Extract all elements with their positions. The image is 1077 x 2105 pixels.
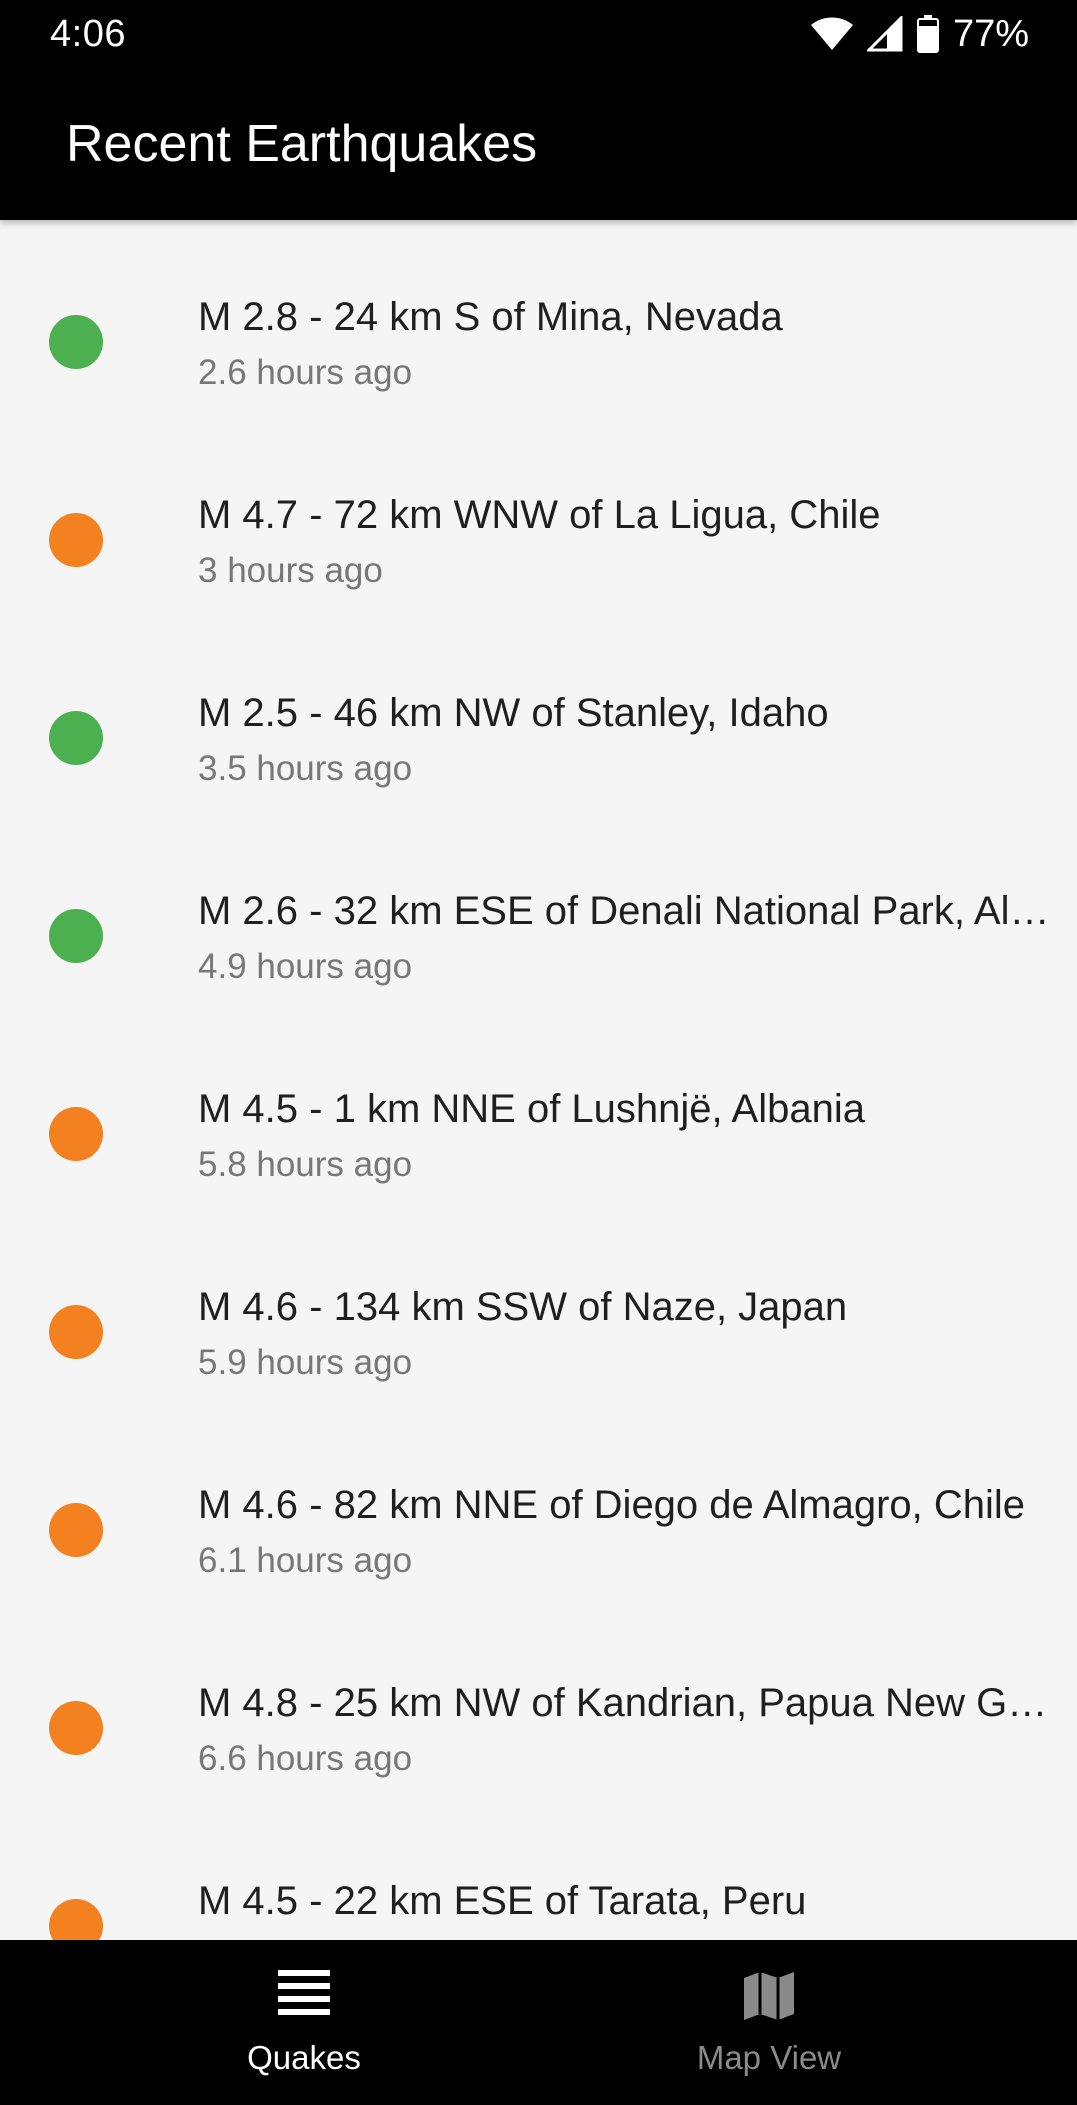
quake-title: M 2.6 - 32 km ESE of Denali National Par… <box>198 889 1050 933</box>
tab-map-view-label: Map View <box>696 2039 842 2076</box>
page-title: Recent Earthquakes <box>66 115 538 173</box>
quake-time: 5.9 hours ago <box>198 1343 413 1382</box>
tab-quakes[interactable]: Quakes <box>35 1940 573 2105</box>
quake-time: 2.6 hours ago <box>198 353 413 392</box>
quake-time: 3.5 hours ago <box>198 749 413 788</box>
list-item[interactable]: M 4.5 - 1 km NNE of Lushnjë, Albania 5.8… <box>0 1013 1077 1211</box>
bottom-nav: Quakes Map View <box>0 1940 1077 2105</box>
tab-quakes-label: Quakes <box>247 2039 361 2076</box>
tab-map-view[interactable]: Map View <box>500 1940 1038 2105</box>
list-item[interactable]: M 2.5 - 46 km NW of Stanley, Idaho 3.5 h… <box>0 617 1077 815</box>
magnitude-dot-icon <box>49 1503 103 1557</box>
magnitude-dot-icon <box>49 1899 103 1940</box>
battery-icon <box>916 15 939 53</box>
quake-title: M 4.8 - 25 km NW of Kandrian, Papua New … <box>198 1681 1050 1725</box>
quake-time: 3 hours ago <box>198 551 383 590</box>
list-icon <box>278 1970 330 2015</box>
battery-percent: 77% <box>952 13 1029 55</box>
list-item[interactable]: M 2.6 - 32 km ESE of Denali National Par… <box>0 815 1077 1013</box>
status-icons: 77% <box>810 10 1029 58</box>
status-bar: 4:06 77% <box>0 0 1077 68</box>
magnitude-dot-icon <box>49 513 103 567</box>
magnitude-dot-icon <box>49 711 103 765</box>
quake-title: M 4.5 - 1 km NNE of Lushnjë, Albania <box>198 1087 865 1131</box>
quake-title: M 4.6 - 82 km NNE of Diego de Almagro, C… <box>198 1483 1026 1527</box>
magnitude-dot-icon <box>49 1305 103 1359</box>
list-item[interactable]: M 4.7 - 72 km WNW of La Ligua, Chile 3 h… <box>0 419 1077 617</box>
list-item[interactable]: M 4.5 - 22 km ESE of Tarata, Peru <box>0 1805 1077 1940</box>
quake-time: 6.6 hours ago <box>198 1739 413 1778</box>
quake-list[interactable]: M 2.8 - 24 km S of Mina, Nevada 2.6 hour… <box>0 221 1077 1940</box>
map-icon <box>744 1972 794 2020</box>
quake-title: M 4.6 - 134 km SSW of Naze, Japan <box>198 1285 848 1329</box>
list-item[interactable]: M 4.8 - 25 km NW of Kandrian, Papua New … <box>0 1607 1077 1805</box>
list-item[interactable]: M 2.8 - 24 km S of Mina, Nevada 2.6 hour… <box>0 221 1077 419</box>
magnitude-dot-icon <box>49 909 103 963</box>
list-item[interactable]: M 4.6 - 82 km NNE of Diego de Almagro, C… <box>0 1409 1077 1607</box>
status-time: 4:06 <box>50 13 126 55</box>
magnitude-dot-icon <box>49 1701 103 1755</box>
cell-signal-icon <box>866 16 903 52</box>
quake-title: M 2.5 - 46 km NW of Stanley, Idaho <box>198 691 829 735</box>
quake-time: 4.9 hours ago <box>198 947 413 986</box>
quake-title: M 4.7 - 72 km WNW of La Ligua, Chile <box>198 493 881 537</box>
app-bar: Recent Earthquakes <box>0 68 1077 220</box>
quake-time: 6.1 hours ago <box>198 1541 413 1580</box>
wifi-icon <box>810 17 853 50</box>
quake-title: M 2.8 - 24 km S of Mina, Nevada <box>198 295 783 339</box>
list-item[interactable]: M 4.6 - 134 km SSW of Naze, Japan 5.9 ho… <box>0 1211 1077 1409</box>
quake-time: 5.8 hours ago <box>198 1145 413 1184</box>
magnitude-dot-icon <box>49 1107 103 1161</box>
quake-title: M 4.5 - 22 km ESE of Tarata, Peru <box>198 1879 807 1923</box>
magnitude-dot-icon <box>49 315 103 369</box>
